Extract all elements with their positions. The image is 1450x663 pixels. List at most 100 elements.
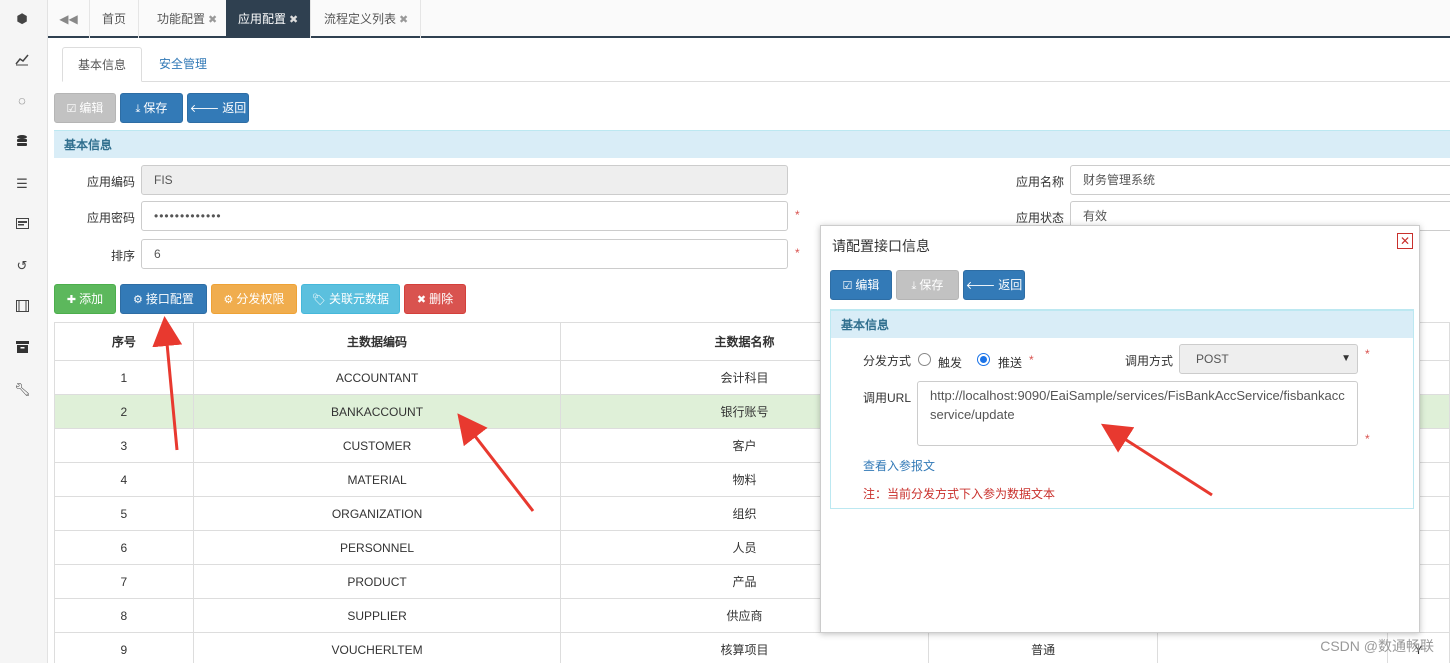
call-method-label: 调用方式 xyxy=(1124,354,1173,368)
row-number-cell: 8 xyxy=(54,598,194,633)
watermark: CSDN @数通畅联 xyxy=(1320,638,1434,654)
radio-trigger-label: 触发 xyxy=(938,356,963,370)
chart-line-icon[interactable] xyxy=(14,52,30,68)
tab-home[interactable]: 首页 xyxy=(90,0,140,38)
row-code-cell: SUPPLIER xyxy=(192,598,562,633)
sort-label: 排序 xyxy=(110,249,135,263)
tab-label: 应用配置 xyxy=(238,12,287,26)
row-number-cell: 3 xyxy=(54,428,194,463)
close-icon[interactable]: ✖ xyxy=(289,14,298,26)
list-icon[interactable]: ☰ xyxy=(14,176,30,192)
save-button[interactable]: ⤓ 保存 xyxy=(120,93,183,123)
edit-button[interactable]: ☑ 编辑 xyxy=(54,93,116,123)
dialog-save-button[interactable]: ⤓ 保存 xyxy=(896,270,959,300)
tab-function-config[interactable]: 功能配置 ✖ xyxy=(145,0,231,38)
dialog-save-label: 保存 xyxy=(919,278,944,292)
plus-icon: ✚ xyxy=(66,294,77,306)
app-password-input[interactable]: ••••••••••••• xyxy=(141,201,788,231)
radio-push-label: 推送 xyxy=(998,356,1023,370)
download-icon: ⤓ xyxy=(911,280,917,292)
add-button[interactable]: ✚ 添加 xyxy=(54,284,116,314)
delete-label: 删除 xyxy=(429,292,454,306)
back-button[interactable]: 🡐︎ 返回 xyxy=(187,93,249,123)
column-header-code[interactable]: 主数据编码 xyxy=(192,322,562,361)
row-code-cell: MATERIAL xyxy=(192,462,562,497)
sort-input[interactable]: 6 xyxy=(141,239,788,269)
close-icon[interactable]: ✖ xyxy=(208,14,217,26)
dispatch-note: 注：当前分发方式下入参为数据文本 xyxy=(863,487,1056,501)
wrench-icon[interactable]: 🔧︎ xyxy=(14,382,31,398)
dialog-edit-button[interactable]: ☑ 编辑 xyxy=(830,270,892,300)
edit-label: 编辑 xyxy=(79,101,104,115)
dialog-edit-label: 编辑 xyxy=(855,278,880,292)
app-code-input[interactable]: FIS xyxy=(141,165,788,195)
row-code-cell: CUSTOMER xyxy=(192,428,562,463)
section-header: 基本信息 xyxy=(54,130,1450,158)
dispatch-permission-button[interactable]: ⚙ 分发权限 xyxy=(211,284,297,314)
row-code-cell: BANKACCOUNT xyxy=(192,394,562,429)
sub-tabs: 基本信息 安全管理 xyxy=(62,46,1450,82)
row-name-cell: 核算项目 xyxy=(560,632,929,663)
row-type-cell: 普通 xyxy=(927,632,1159,663)
required-mark: * xyxy=(1365,347,1370,361)
radio-trigger[interactable] xyxy=(918,353,931,366)
dialog-back-label: 返回 xyxy=(998,278,1023,292)
row-code-cell: PRODUCT xyxy=(192,564,562,599)
call-url-label: 调用URL xyxy=(862,391,911,405)
card-icon[interactable] xyxy=(14,217,30,233)
cube-icon[interactable]: ⬢ xyxy=(14,11,30,27)
tab-label: 功能配置 xyxy=(157,12,206,26)
archive-icon[interactable] xyxy=(14,341,30,357)
back-label: 返回 xyxy=(222,101,247,115)
call-method-value: POST xyxy=(1196,352,1229,366)
chevron-down-icon: ▼ xyxy=(1341,353,1351,364)
row-code-cell: PERSONNEL xyxy=(192,530,562,565)
call-url-textarea[interactable]: http://localhost:9090/EaiSample/services… xyxy=(917,381,1358,446)
edit-icon: ☑ xyxy=(66,103,77,115)
dispatch-permission-label: 分发权限 xyxy=(236,292,285,306)
tab-process-list[interactable]: 流程定义列表 ✖ xyxy=(312,0,422,38)
tab-label: 首页 xyxy=(102,12,127,26)
dispatch-method-label: 分发方式 xyxy=(862,354,911,368)
dialog-section-header: 基本信息 xyxy=(831,310,1413,338)
dialog-back-button[interactable]: 🡐︎ 返回 xyxy=(963,270,1025,300)
app-name-label: 应用名称 xyxy=(1015,175,1064,189)
interface-config-button[interactable]: ⚙ 接口配置 xyxy=(120,284,207,314)
app-code-label: 应用编码 xyxy=(86,175,135,189)
film-icon[interactable] xyxy=(14,300,30,316)
left-sidebar: ⬢ ◌ ☰ ↺ 🔧︎ xyxy=(0,0,48,663)
required-mark: * xyxy=(1365,432,1370,446)
save-label: 保存 xyxy=(143,101,168,115)
tabs-scroll-left-icon[interactable]: ◀◀ xyxy=(48,0,90,38)
row-number-cell: 1 xyxy=(54,360,194,395)
close-icon[interactable]: ✖ xyxy=(399,14,408,26)
tab-app-config[interactable]: 应用配置 ✖ xyxy=(226,0,312,38)
app-name-input[interactable]: 财务管理系统 xyxy=(1070,165,1450,195)
row-code-cell: ACCOUNTANT xyxy=(192,360,562,395)
tab-bar: ◀◀ 首页 功能配置 ✖ 应用配置 ✖ 流程定义列表 ✖ xyxy=(48,0,1450,38)
subtab-security[interactable]: 安全管理 xyxy=(144,47,222,82)
app-status-label: 应用状态 xyxy=(1015,211,1064,225)
row-number-cell: 5 xyxy=(54,496,194,531)
radio-push[interactable] xyxy=(977,353,990,366)
spinner-icon[interactable]: ◌ xyxy=(14,93,30,109)
delete-button[interactable]: ✖ 删除 xyxy=(404,284,466,314)
row-number-cell: 4 xyxy=(54,462,194,497)
tab-label: 流程定义列表 xyxy=(324,12,397,26)
link-metadata-button[interactable]: 🏷︎ 关联元数据 xyxy=(301,284,400,314)
link-metadata-label: 关联元数据 xyxy=(328,292,389,306)
column-header-no[interactable]: 序号 xyxy=(54,322,194,361)
gear-icon: ⚙ xyxy=(223,294,234,306)
interface-config-dialog: 请配置接口信息 ✕ ☑ 编辑 ⤓ 保存 🡐︎ 返回 基本信息 分发方式 触发 推送 *… xyxy=(820,225,1420,633)
call-method-select[interactable]: POST ▼ xyxy=(1179,344,1358,374)
database-icon[interactable] xyxy=(14,134,30,150)
row-code-cell: VOUCHERLTEM xyxy=(192,632,562,663)
dialog-title: 请配置接口信息 xyxy=(832,238,930,254)
view-params-link[interactable]: 查看入参报文 xyxy=(863,457,935,474)
table-row[interactable]: 9 VOUCHERLTEM 核算项目 普通 Y xyxy=(54,632,1450,663)
app-password-label: 应用密码 xyxy=(86,211,135,225)
tags-icon: 🏷︎ xyxy=(312,294,326,306)
subtab-basic-info[interactable]: 基本信息 xyxy=(62,47,143,82)
close-icon[interactable]: ✕ xyxy=(1397,233,1413,249)
history-icon[interactable]: ↺ xyxy=(14,258,30,274)
